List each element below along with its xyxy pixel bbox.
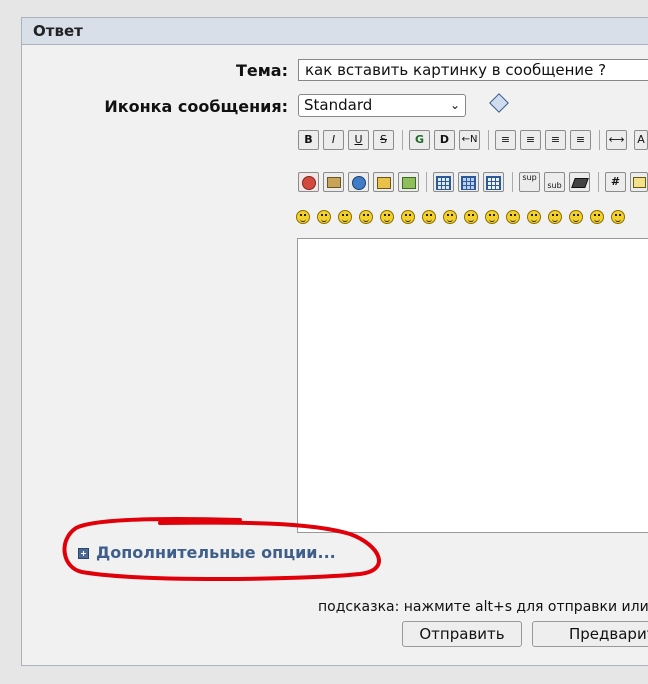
red-annotation-stroke (62, 516, 381, 581)
preview-button[interactable]: Предварительный просмотр (532, 621, 648, 647)
submit-button[interactable]: Отправить (402, 621, 522, 647)
red-annotation (62, 516, 381, 581)
hint-text: подсказка: нажмите alt+s для отправки ил… (318, 599, 648, 615)
